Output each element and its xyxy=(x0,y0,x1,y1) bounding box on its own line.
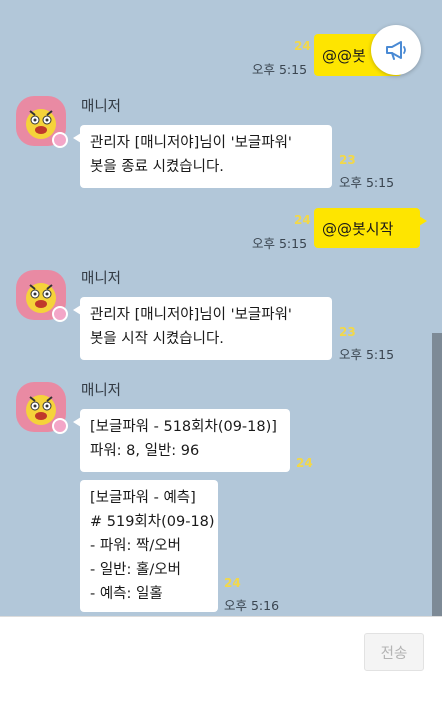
scrollbar-thumb[interactable] xyxy=(432,333,442,616)
message-time: 오후 5:15 xyxy=(252,62,308,77)
megaphone-icon xyxy=(386,41,406,60)
chat-message-list[interactable]: 24 오후 5:15 @@봇 매니저 관리자 [매니저야]님이 '보글파워' 봇… xyxy=(0,0,442,616)
unread-count: 24 xyxy=(294,213,311,227)
message-input[interactable] xyxy=(10,627,354,715)
message-text: @@봇 xyxy=(322,46,366,65)
crown-badge-icon xyxy=(52,418,68,434)
crown-badge-icon xyxy=(52,132,68,148)
crown-badge-icon xyxy=(52,306,68,322)
their-message-bubble[interactable]: 관리자 [매니저야]님이 '보글파워' 봇을 종료 시켰습니다. xyxy=(73,125,332,188)
chat-scrollbar[interactable] xyxy=(432,0,442,616)
unread-count: 23 xyxy=(339,153,356,167)
sender-name: 매니저 xyxy=(81,271,122,287)
message-time: 오후 5:15 xyxy=(339,175,395,190)
send-button[interactable]: 전송 xyxy=(364,633,424,671)
sender-name: 매니저 xyxy=(81,99,122,115)
message-time: 오후 5:15 xyxy=(339,347,395,362)
unread-count: 24 xyxy=(296,456,313,470)
my-message-bubble[interactable]: @@봇시작 xyxy=(314,208,427,248)
unread-count: 24 xyxy=(224,576,241,590)
their-message-bubble[interactable]: [보글파워 - 518회차(09-18)] 파워: 8, 일반: 96 xyxy=(73,409,290,472)
message-time: 오후 5:15 xyxy=(252,236,308,251)
their-message-bubble[interactable]: 관리자 [매니저야]님이 '보글파워' 봇을 시작 시켰습니다. xyxy=(73,297,332,360)
unread-count: 24 xyxy=(294,39,311,53)
unread-count: 23 xyxy=(339,325,356,339)
notice-button[interactable] xyxy=(371,25,421,75)
message-text: @@봇시작 xyxy=(322,219,394,238)
send-button-label: 전송 xyxy=(380,645,408,662)
their-message-bubble[interactable]: [보글파워 - 예측] # 519회차(09-18) - 파워: 짝/오버 - … xyxy=(80,480,218,612)
message-time: 오후 5:16 xyxy=(224,598,280,613)
sender-name: 매니저 xyxy=(81,383,122,399)
message-input-area: 전송 xyxy=(0,616,442,720)
